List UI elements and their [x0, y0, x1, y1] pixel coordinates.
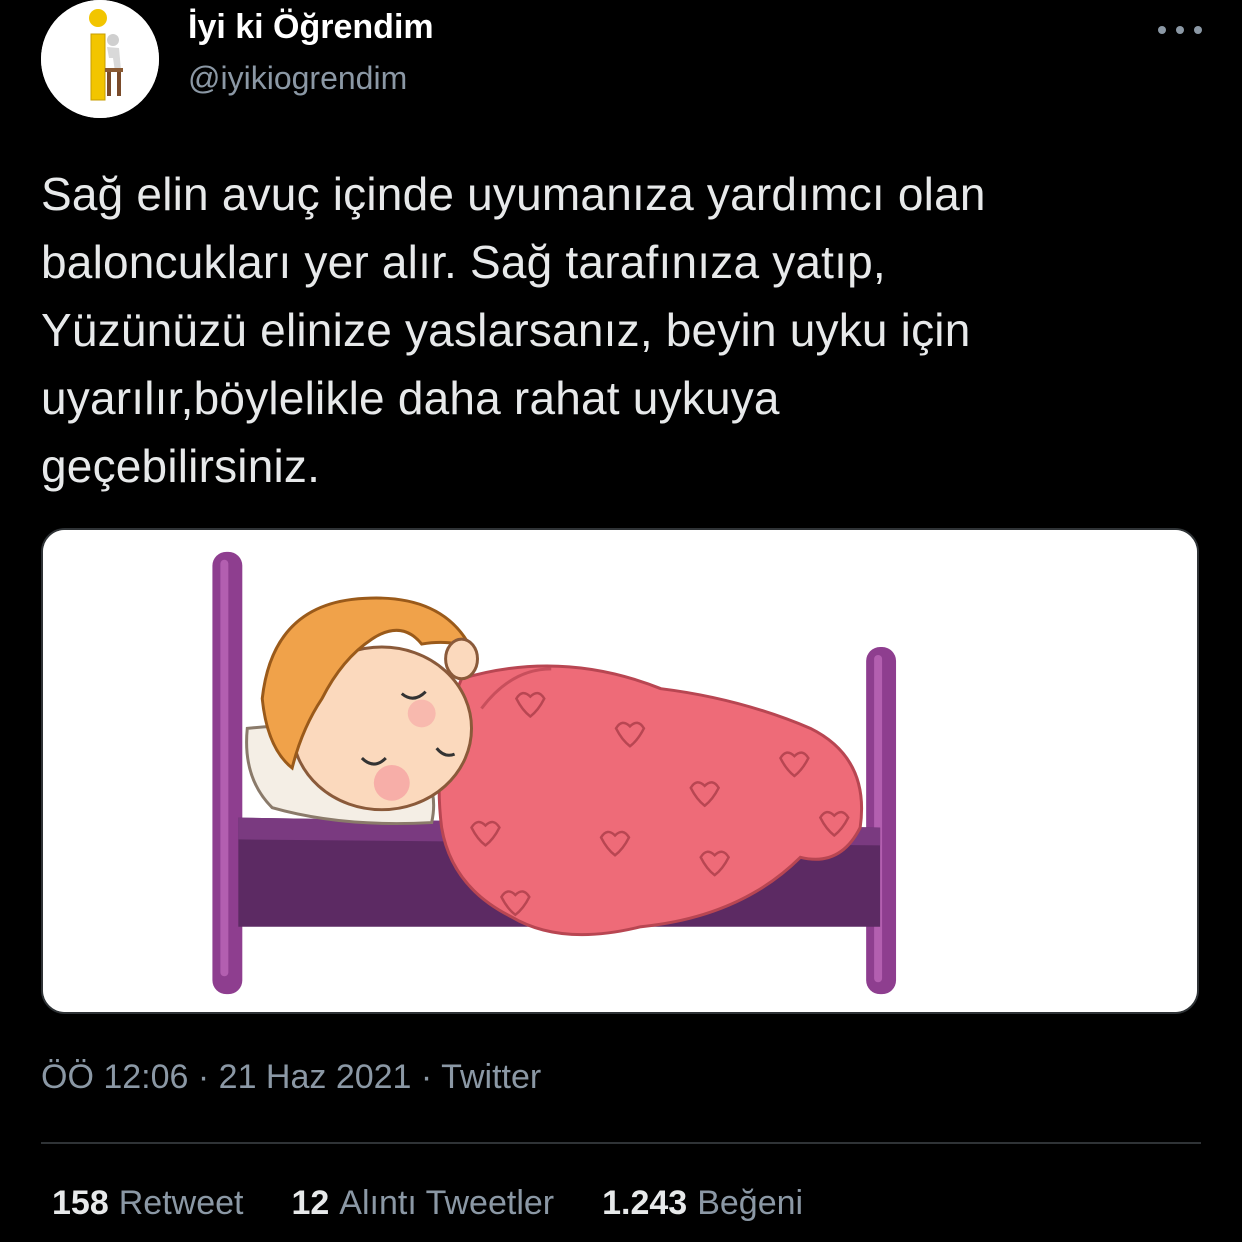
separator: ·: [197, 1058, 210, 1096]
likes-count: 1.243: [602, 1184, 688, 1222]
retweets-stat[interactable]: 158 Retweet: [52, 1184, 243, 1223]
more-dot: [1158, 26, 1166, 34]
likes-label: Beğeni: [697, 1184, 804, 1222]
divider: [41, 1142, 1201, 1144]
more-dot: [1194, 26, 1202, 34]
sleeping-child-illustration: [43, 530, 1197, 1012]
tweet-time: ÖÖ 12:06: [41, 1058, 189, 1096]
separator: ·: [420, 1058, 433, 1096]
quotes-count: 12: [291, 1184, 330, 1222]
quotes-label: Alıntı Tweetler: [339, 1184, 555, 1222]
avatar[interactable]: [41, 0, 159, 118]
retweets-count: 158: [52, 1184, 109, 1222]
quotes-stat[interactable]: 12 Alıntı Tweetler: [291, 1184, 554, 1223]
more-horizontal-icon[interactable]: [1158, 18, 1202, 42]
display-name[interactable]: İyi ki Öğrendim: [188, 8, 434, 47]
retweets-label: Retweet: [118, 1184, 244, 1222]
likes-stat[interactable]: 1.243 Beğeni: [602, 1184, 803, 1223]
user-handle[interactable]: @iyikiogrendim: [188, 60, 407, 97]
tweet-media-image[interactable]: [41, 528, 1199, 1014]
tweet-stats: 158 Retweet 12 Alıntı Tweetler 1.243 Beğeni: [52, 1184, 851, 1223]
tweet-source[interactable]: Twitter: [441, 1058, 541, 1096]
tweet-timestamp[interactable]: ÖÖ 12:06 · 21 Haz 2021 · Twitter: [41, 1058, 541, 1097]
more-dot: [1176, 26, 1184, 34]
avatar-logo-image: [41, 0, 159, 118]
tweet-text: Sağ elin avuç içinde uyumanıza yardımcı …: [41, 168, 986, 492]
tweet-date: 21 Haz 2021: [218, 1058, 412, 1096]
